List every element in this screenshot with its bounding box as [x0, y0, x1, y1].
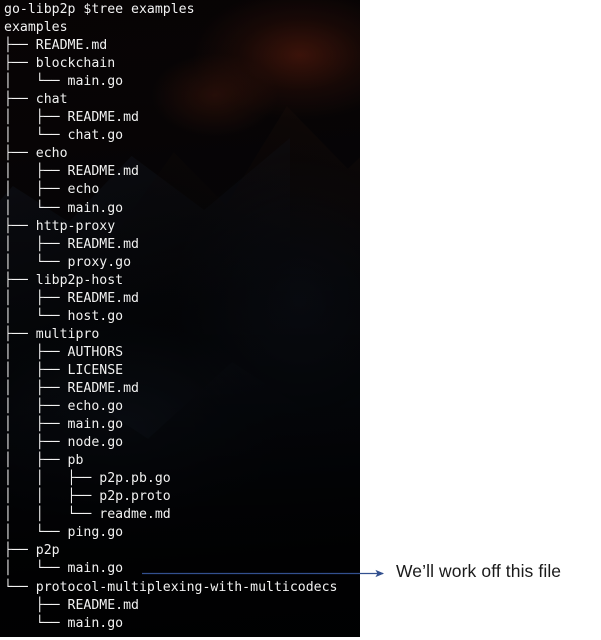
terminal-line: ├── chat — [4, 92, 68, 108]
terminal-line: │ ├── node.go — [4, 435, 124, 451]
terminal-line: │ └── ping.go — [4, 525, 124, 541]
terminal-line: └── main.go — [4, 615, 124, 631]
terminal-line: │ ├── README.md — [4, 164, 139, 180]
terminal-line: ├── p2p — [4, 543, 60, 559]
terminal-line: ├── echo — [4, 146, 68, 162]
terminal-line: ├── http-proxy — [4, 218, 116, 234]
terminal-line: │ ├── README.md — [4, 380, 139, 396]
terminal-line: go-libp2p $tree examples — [4, 2, 195, 17]
terminal-line: │ ├── echo — [4, 182, 100, 198]
terminal-line: │ │ ├── p2p.proto — [4, 489, 171, 505]
terminal-line: │ │ └── readme.md — [4, 507, 171, 523]
screenshot-root: go-libp2p $tree examples examples ├── READ… — [0, 0, 601, 640]
terminal-line: │ └── main.go — [4, 200, 124, 216]
terminal-line: └── protocol-multiplexing-with-multicode… — [4, 579, 338, 595]
terminal-window[interactable]: go-libp2p $tree examples examples ├── READ… — [0, 0, 360, 637]
terminal-line: │ └── main.go — [4, 561, 124, 577]
terminal-output: go-libp2p $tree examples examples ├── READ… — [4, 1, 360, 633]
terminal-line: │ ├── LICENSE — [4, 362, 124, 378]
terminal-line: │ │ ├── p2p.pb.go — [4, 471, 171, 487]
terminal-line: │ ├── pb — [4, 453, 84, 469]
terminal-line: ├── multipro — [4, 326, 100, 342]
terminal-line: │ └── chat.go — [4, 128, 124, 144]
terminal-line: │ ├── AUTHORS — [4, 344, 124, 360]
terminal-line: │ └── host.go — [4, 308, 124, 324]
terminal-line: │ ├── main.go — [4, 417, 124, 433]
terminal-line: examples — [4, 20, 68, 36]
annotation-label: We’ll work off this file — [396, 561, 562, 581]
terminal-line: ├── README.md — [4, 597, 139, 613]
terminal-line: ├── libp2p-host — [4, 272, 124, 288]
terminal-line: │ ├── README.md — [4, 236, 139, 252]
terminal-line: │ └── main.go — [4, 74, 124, 90]
terminal-line: ├── blockchain — [4, 56, 116, 72]
terminal-line: │ ├── README.md — [4, 110, 139, 126]
terminal-line: │ ├── README.md — [4, 290, 139, 306]
terminal-line: │ ├── echo.go — [4, 399, 124, 415]
terminal-line: │ └── proxy.go — [4, 254, 132, 270]
terminal-line: ├── README.md — [4, 38, 108, 54]
